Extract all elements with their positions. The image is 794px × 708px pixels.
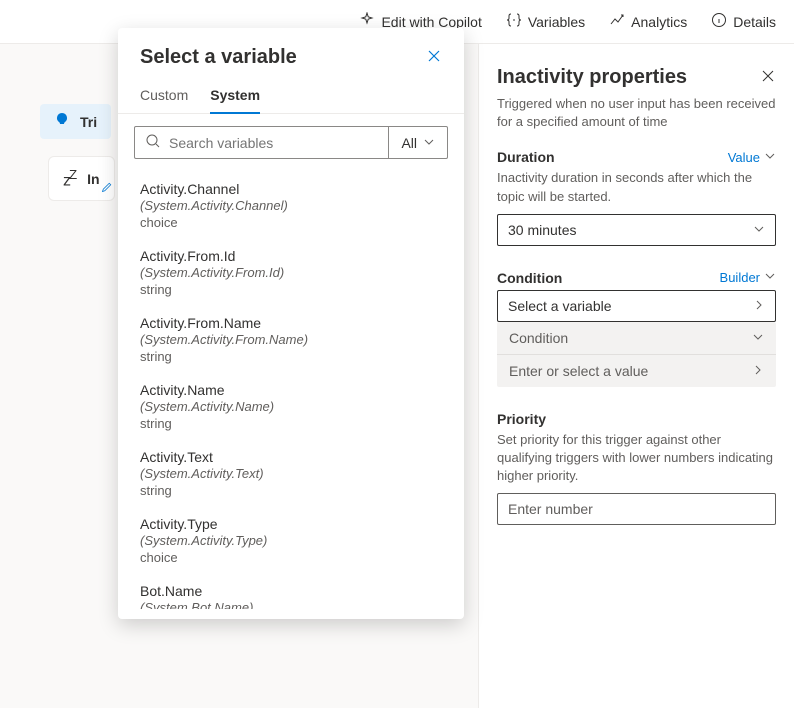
node-trigger-label: Tri [80, 114, 97, 130]
variable-type: string [140, 349, 454, 364]
chevron-down-icon [753, 222, 765, 238]
priority-input[interactable] [497, 493, 776, 525]
sleep-icon: zZ [63, 167, 75, 190]
duration-select[interactable]: 30 minutes [497, 214, 776, 246]
priority-title: Priority [497, 411, 776, 427]
pencil-icon [101, 180, 113, 196]
topbar-analytics[interactable]: Analytics [609, 12, 687, 31]
node-inactivity-label: In [87, 171, 99, 187]
variable-name: Activity.Name [140, 382, 454, 398]
condition-variable-select[interactable]: Select a variable [497, 290, 776, 322]
variable-system-path: (System.Activity.Type) [140, 533, 454, 548]
variable-item[interactable]: Activity.Text(System.Activity.Text) strin… [140, 441, 454, 508]
variable-item[interactable]: Activity.From.Name(System.Activity.From.… [140, 307, 454, 374]
duration-section: Duration Value Inactivity duration in se… [497, 149, 776, 245]
variable-type: choice [140, 550, 454, 565]
topbar-details-label: Details [733, 14, 776, 30]
analytics-icon [609, 12, 625, 31]
priority-desc: Set priority for this trigger against ot… [497, 431, 776, 486]
variable-system-path: (System.Activity.From.Name) [140, 332, 454, 347]
condition-section: Condition Builder Select a variable Cond… [497, 270, 776, 387]
close-panel-button[interactable] [760, 68, 776, 87]
duration-mode-label: Value [728, 150, 760, 165]
popover-tabs: Custom System [118, 79, 464, 114]
popover-searchbar: All [134, 126, 448, 159]
variable-system-path: (System.Activity.Name) [140, 399, 454, 414]
priority-section: Priority Set priority for this trigger a… [497, 411, 776, 526]
variable-type: string [140, 483, 454, 498]
condition-operator-label: Condition [509, 330, 568, 346]
chevron-down-icon [764, 150, 776, 165]
bulb-icon [54, 112, 70, 131]
tab-system[interactable]: System [210, 79, 260, 113]
variable-system-path: (System.Activity.From.Id) [140, 265, 454, 280]
search-icon [145, 133, 161, 152]
tab-custom[interactable]: Custom [140, 79, 188, 113]
popover-title: Select a variable [140, 46, 297, 69]
variable-type: string [140, 282, 454, 297]
node-inactivity[interactable]: zZ In [48, 156, 115, 201]
condition-variable-placeholder: Select a variable [508, 298, 612, 314]
variable-item[interactable]: Activity.Type(System.Activity.Type) choic… [140, 508, 454, 575]
variable-name: Activity.Channel [140, 181, 454, 197]
variable-system-path: (System.Bot.Name) [140, 600, 454, 609]
popover-close-button[interactable] [426, 48, 442, 67]
variable-item[interactable]: Activity.From.Id(System.Activity.From.Id… [140, 240, 454, 307]
variable-type: string [140, 416, 454, 431]
condition-value-select[interactable]: Enter or select a value [497, 354, 776, 387]
search-filter-select[interactable]: All [388, 127, 447, 158]
condition-mode-label: Builder [720, 270, 760, 285]
condition-operator-select[interactable]: Condition [497, 322, 776, 354]
variable-name: Activity.Text [140, 449, 454, 465]
chevron-down-icon [423, 135, 435, 151]
variable-system-path: (System.Activity.Channel) [140, 198, 454, 213]
variable-item[interactable]: Activity.Name(System.Activity.Name) strin… [140, 374, 454, 441]
node-trigger[interactable]: Tri [40, 104, 111, 139]
variable-name: Bot.Name [140, 583, 454, 599]
variable-name: Activity.From.Id [140, 248, 454, 264]
condition-value-label: Enter or select a value [509, 363, 648, 379]
panel-title: Inactivity properties [497, 66, 687, 89]
info-icon [711, 12, 727, 31]
duration-title: Duration [497, 149, 555, 165]
topbar-variables[interactable]: Variables [506, 12, 585, 31]
braces-icon [506, 12, 522, 31]
variable-item[interactable]: Bot.Name(System.Bot.Name) [140, 575, 454, 609]
search-filter-label: All [401, 135, 417, 151]
search-input[interactable] [169, 135, 378, 151]
duration-value: 30 minutes [508, 222, 576, 238]
variable-name: Activity.Type [140, 516, 454, 532]
chevron-down-icon [764, 270, 776, 285]
variable-name: Activity.From.Name [140, 315, 454, 331]
chevron-right-icon [753, 298, 765, 314]
topbar-analytics-label: Analytics [631, 14, 687, 30]
variable-picker-popover: Select a variable Custom System All Acti… [118, 28, 464, 619]
variable-list[interactable]: Activity.Channel(System.Activity.Channel… [118, 169, 464, 609]
chevron-down-icon [752, 330, 764, 346]
variable-item[interactable]: Activity.Channel(System.Activity.Channel… [140, 173, 454, 240]
duration-desc: Inactivity duration in seconds after whi… [497, 169, 776, 205]
condition-mode-link[interactable]: Builder [720, 270, 776, 285]
duration-mode-link[interactable]: Value [728, 150, 776, 165]
topbar-variables-label: Variables [528, 14, 585, 30]
variable-type: choice [140, 215, 454, 230]
condition-builder: Condition Enter or select a value [497, 322, 776, 387]
condition-title: Condition [497, 270, 562, 286]
variable-system-path: (System.Activity.Text) [140, 466, 454, 481]
panel-desc: Triggered when no user input has been re… [497, 95, 776, 131]
chevron-right-icon [752, 363, 764, 379]
properties-panel: Inactivity properties Triggered when no … [478, 44, 794, 708]
topbar-details[interactable]: Details [711, 12, 776, 31]
